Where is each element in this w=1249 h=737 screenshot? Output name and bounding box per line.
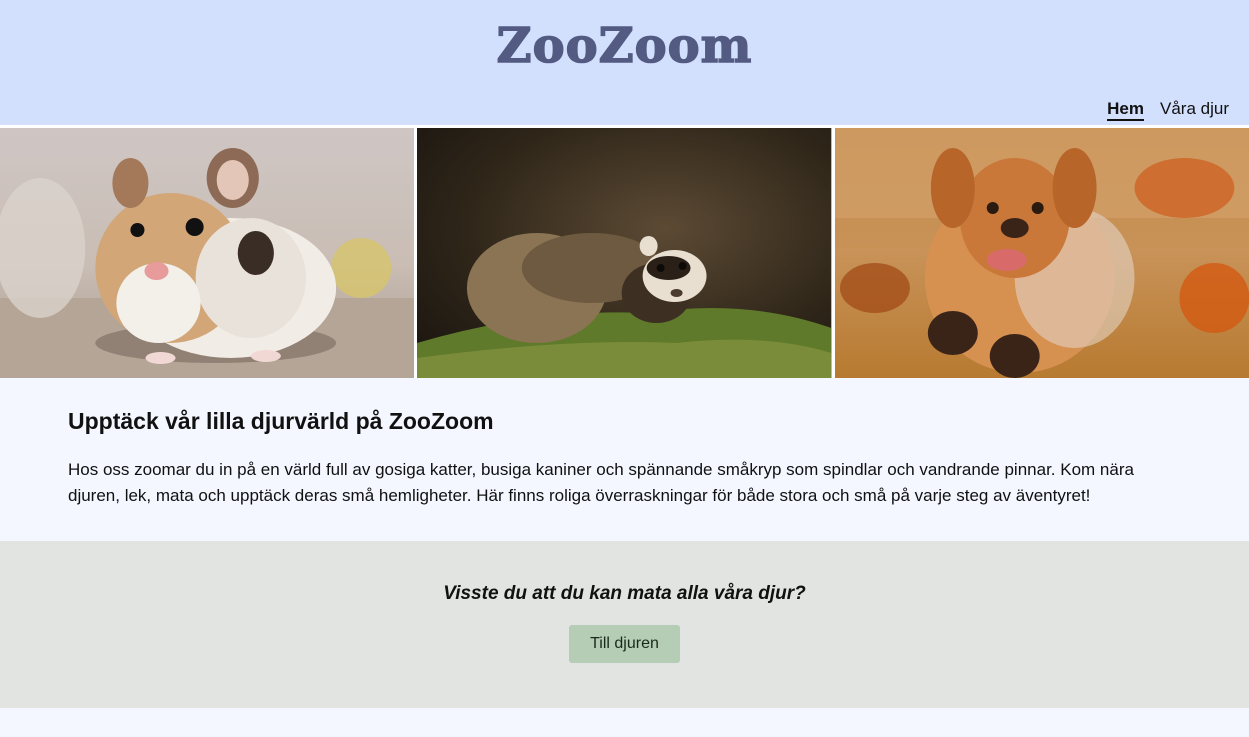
hamster-photo <box>0 128 415 378</box>
dog-photo <box>834 128 1249 378</box>
main-nav: Hem Våra djur <box>1107 99 1229 121</box>
cta-question: Visste du att du kan mata alla våra djur… <box>443 583 806 604</box>
nav-link-hem[interactable]: Hem <box>1107 99 1145 121</box>
animal-gallery <box>0 125 1249 378</box>
intro-title: Upptäck vår lilla djurvärld på ZooZoom <box>68 408 494 434</box>
cta-section: Visste du att du kan mata alla våra djur… <box>0 541 1249 708</box>
ferret-photo <box>417 128 832 378</box>
intro-body: Hos oss zoomar du in på en värld full av… <box>68 460 1134 505</box>
to-animals-button[interactable]: Till djuren <box>569 625 680 663</box>
site-header: ZooZoom Hem Våra djur <box>0 0 1249 125</box>
nav-link-vara-djur[interactable]: Våra djur <box>1160 99 1229 121</box>
intro-section: Upptäck vår lilla djurvärld på ZooZoom H… <box>0 378 1249 541</box>
site-logo[interactable]: ZooZoom <box>0 17 1249 75</box>
